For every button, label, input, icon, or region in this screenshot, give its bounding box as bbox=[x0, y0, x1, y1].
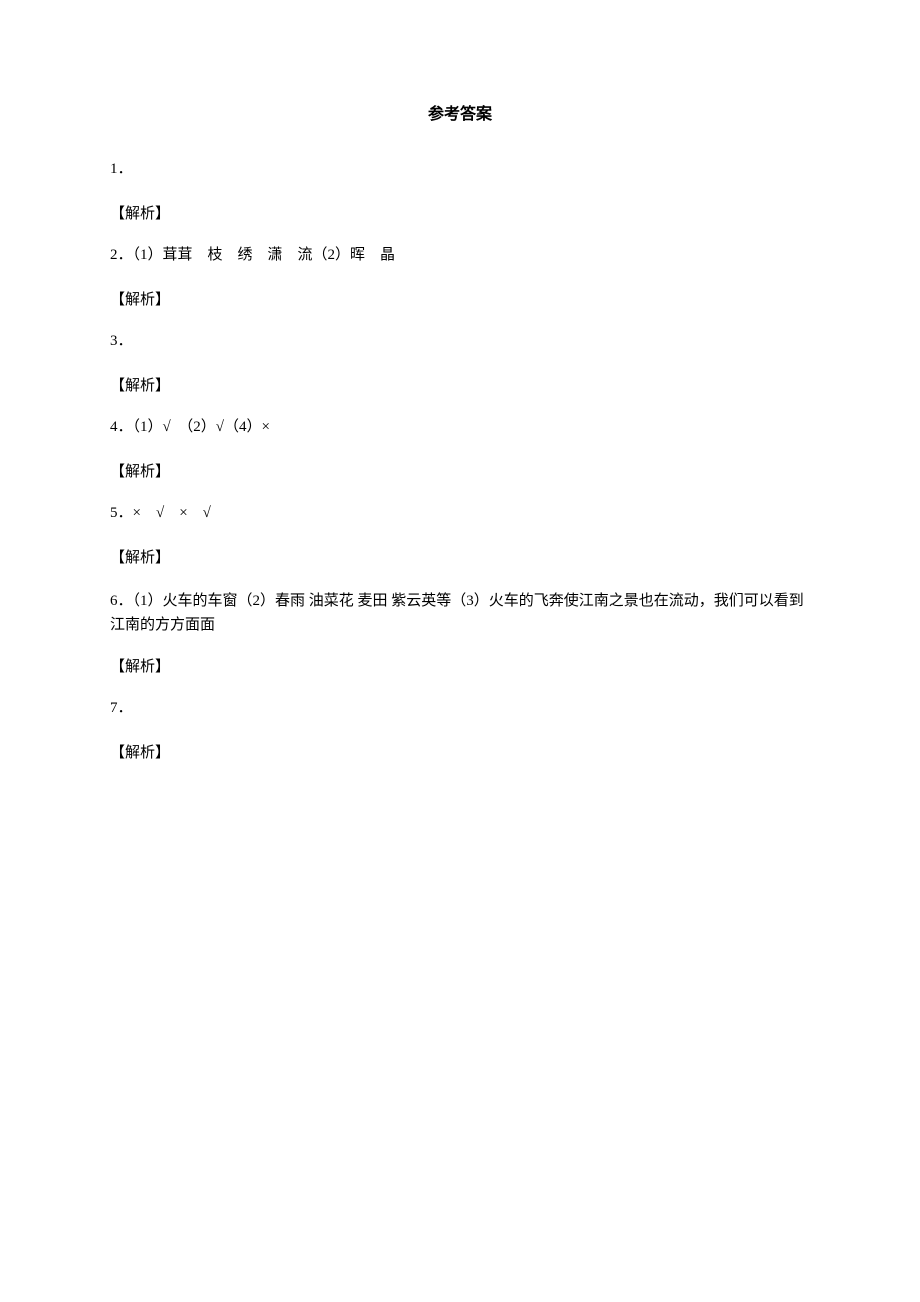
answer-number: 7． bbox=[110, 700, 133, 716]
answer-content: （1）√ （2）√（4）× bbox=[133, 419, 270, 435]
answer-number: 5． bbox=[110, 505, 133, 521]
answer-item-4: 4．（1）√ （2）√（4）× bbox=[110, 417, 810, 438]
answer-number: 3． bbox=[110, 333, 133, 349]
explain-label-3: 【解析】 bbox=[110, 374, 810, 395]
answer-item-2: 2．（1）茸茸 枝 绣 潇 流（2）晖 晶 bbox=[110, 245, 810, 266]
answer-number: 4． bbox=[110, 419, 133, 435]
explain-label-2: 【解析】 bbox=[110, 288, 810, 309]
answer-item-3: 3． bbox=[110, 331, 810, 352]
explain-label-7: 【解析】 bbox=[110, 741, 810, 762]
answer-number: 2． bbox=[110, 247, 133, 263]
explain-label-5: 【解析】 bbox=[110, 546, 810, 567]
answer-item-5: 5．× √ × √ bbox=[110, 503, 810, 524]
answer-content: （1）火车的车窗（2）春雨 油菜花 麦田 紫云英等（3）火车的飞奔使江南之景也在… bbox=[110, 593, 804, 633]
answer-content: × √ × √ bbox=[133, 505, 211, 521]
page-title: 参考答案 bbox=[110, 100, 810, 124]
answer-number: 1． bbox=[110, 161, 133, 177]
answer-item-1: 1． bbox=[110, 159, 810, 180]
answer-item-7: 7． bbox=[110, 698, 810, 719]
explain-label-1: 【解析】 bbox=[110, 202, 810, 223]
explain-label-6: 【解析】 bbox=[110, 655, 810, 676]
explain-label-4: 【解析】 bbox=[110, 460, 810, 481]
answer-number: 6． bbox=[110, 593, 133, 609]
answer-content: （1）茸茸 枝 绣 潇 流（2）晖 晶 bbox=[133, 247, 396, 263]
answer-item-6: 6．（1）火车的车窗（2）春雨 油菜花 麦田 紫云英等（3）火车的飞奔使江南之景… bbox=[110, 589, 810, 637]
